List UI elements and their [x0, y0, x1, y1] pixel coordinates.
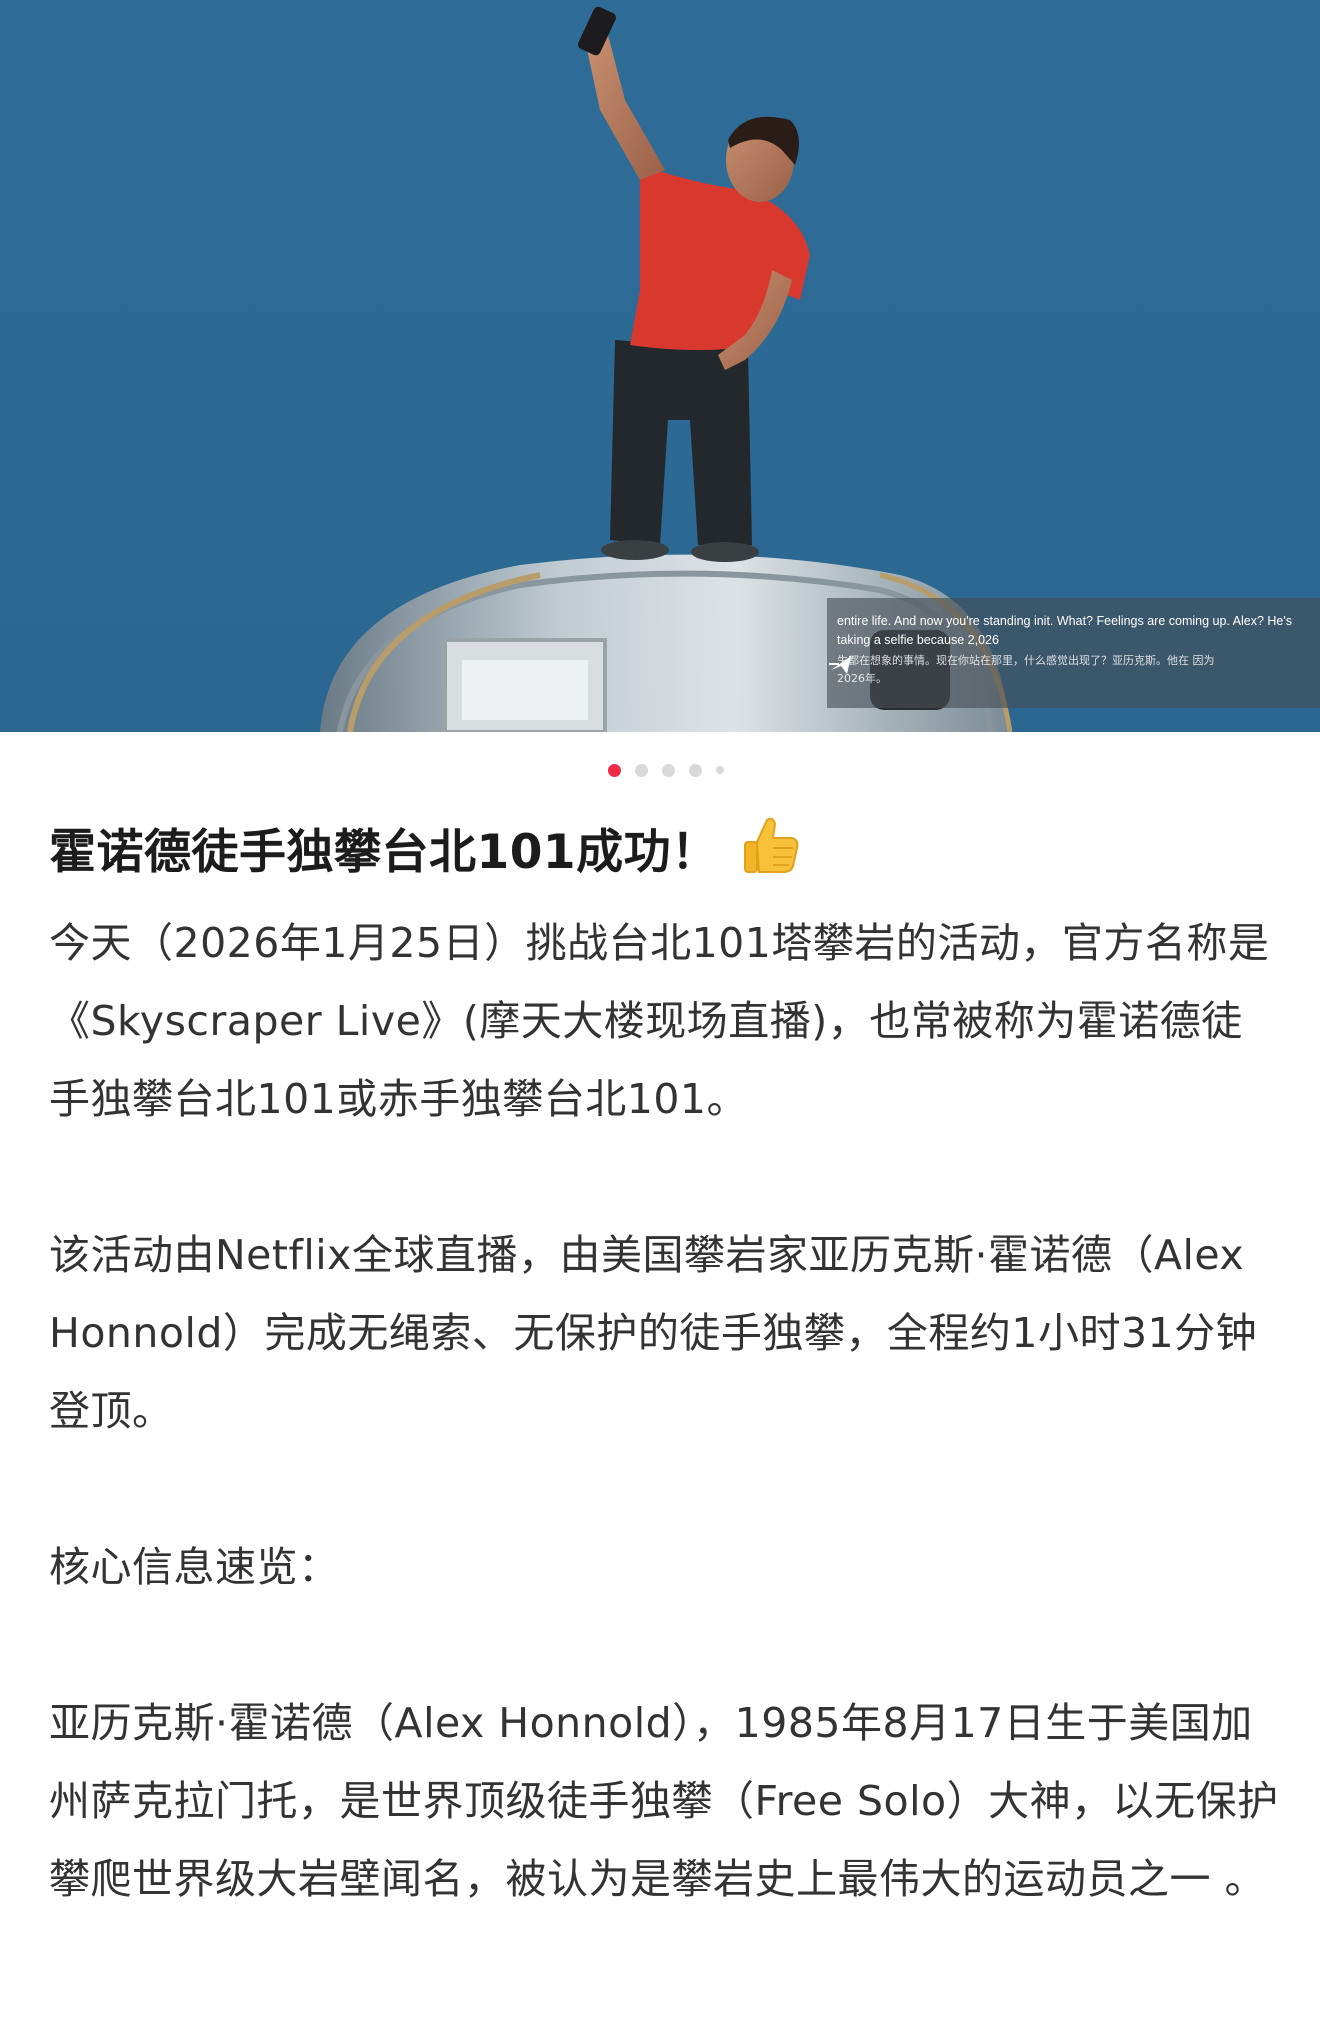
video-subtitle-overlay: entire life. And now you're standing ini… [827, 598, 1320, 708]
carousel-dot-3[interactable] [662, 763, 675, 777]
carousel-dot-1[interactable] [608, 763, 621, 777]
paragraph-2: 该活动由Netflix全球直播，由美国攀岩家亚历克斯·霍诺德（Alex Honn… [49, 1231, 1258, 1435]
carousel-dot-5[interactable] [716, 766, 724, 774]
paragraph-3: 核心信息速览： [49, 1543, 340, 1591]
paragraph-4: 亚历克斯·霍诺德（Alex Honnold），1985年8月17日生于美国加州萨… [49, 1699, 1279, 1903]
carousel-dot-4[interactable] [689, 763, 702, 777]
post-title-row: 霍诺德徒手独攀台北101成功！ [49, 812, 1279, 889]
paragraph-1: 今天（2026年1月25日）挑战台北101塔攀岩的活动，官方名称是《Skyscr… [49, 919, 1270, 1123]
thumbs-up-icon [743, 817, 798, 873]
carousel-dot-2[interactable] [635, 763, 648, 777]
post-body: 今天（2026年1月25日）挑战台北101塔攀岩的活动，官方名称是《Skyscr… [49, 904, 1279, 1918]
subtitle-english: entire life. And now you're standing ini… [837, 614, 1293, 647]
post-title: 霍诺德徒手独攀台北101成功！ [49, 825, 719, 880]
post-image[interactable]: entire life. And now you're standing ini… [0, 0, 1320, 732]
translate-icon[interactable] [827, 650, 855, 678]
carousel-indicator [0, 763, 1320, 777]
subtitle-chinese: 生都在想象的事情。现在你站在那里，什么感觉出现了？亚历克斯。他在 因为 2026… [837, 654, 1215, 685]
